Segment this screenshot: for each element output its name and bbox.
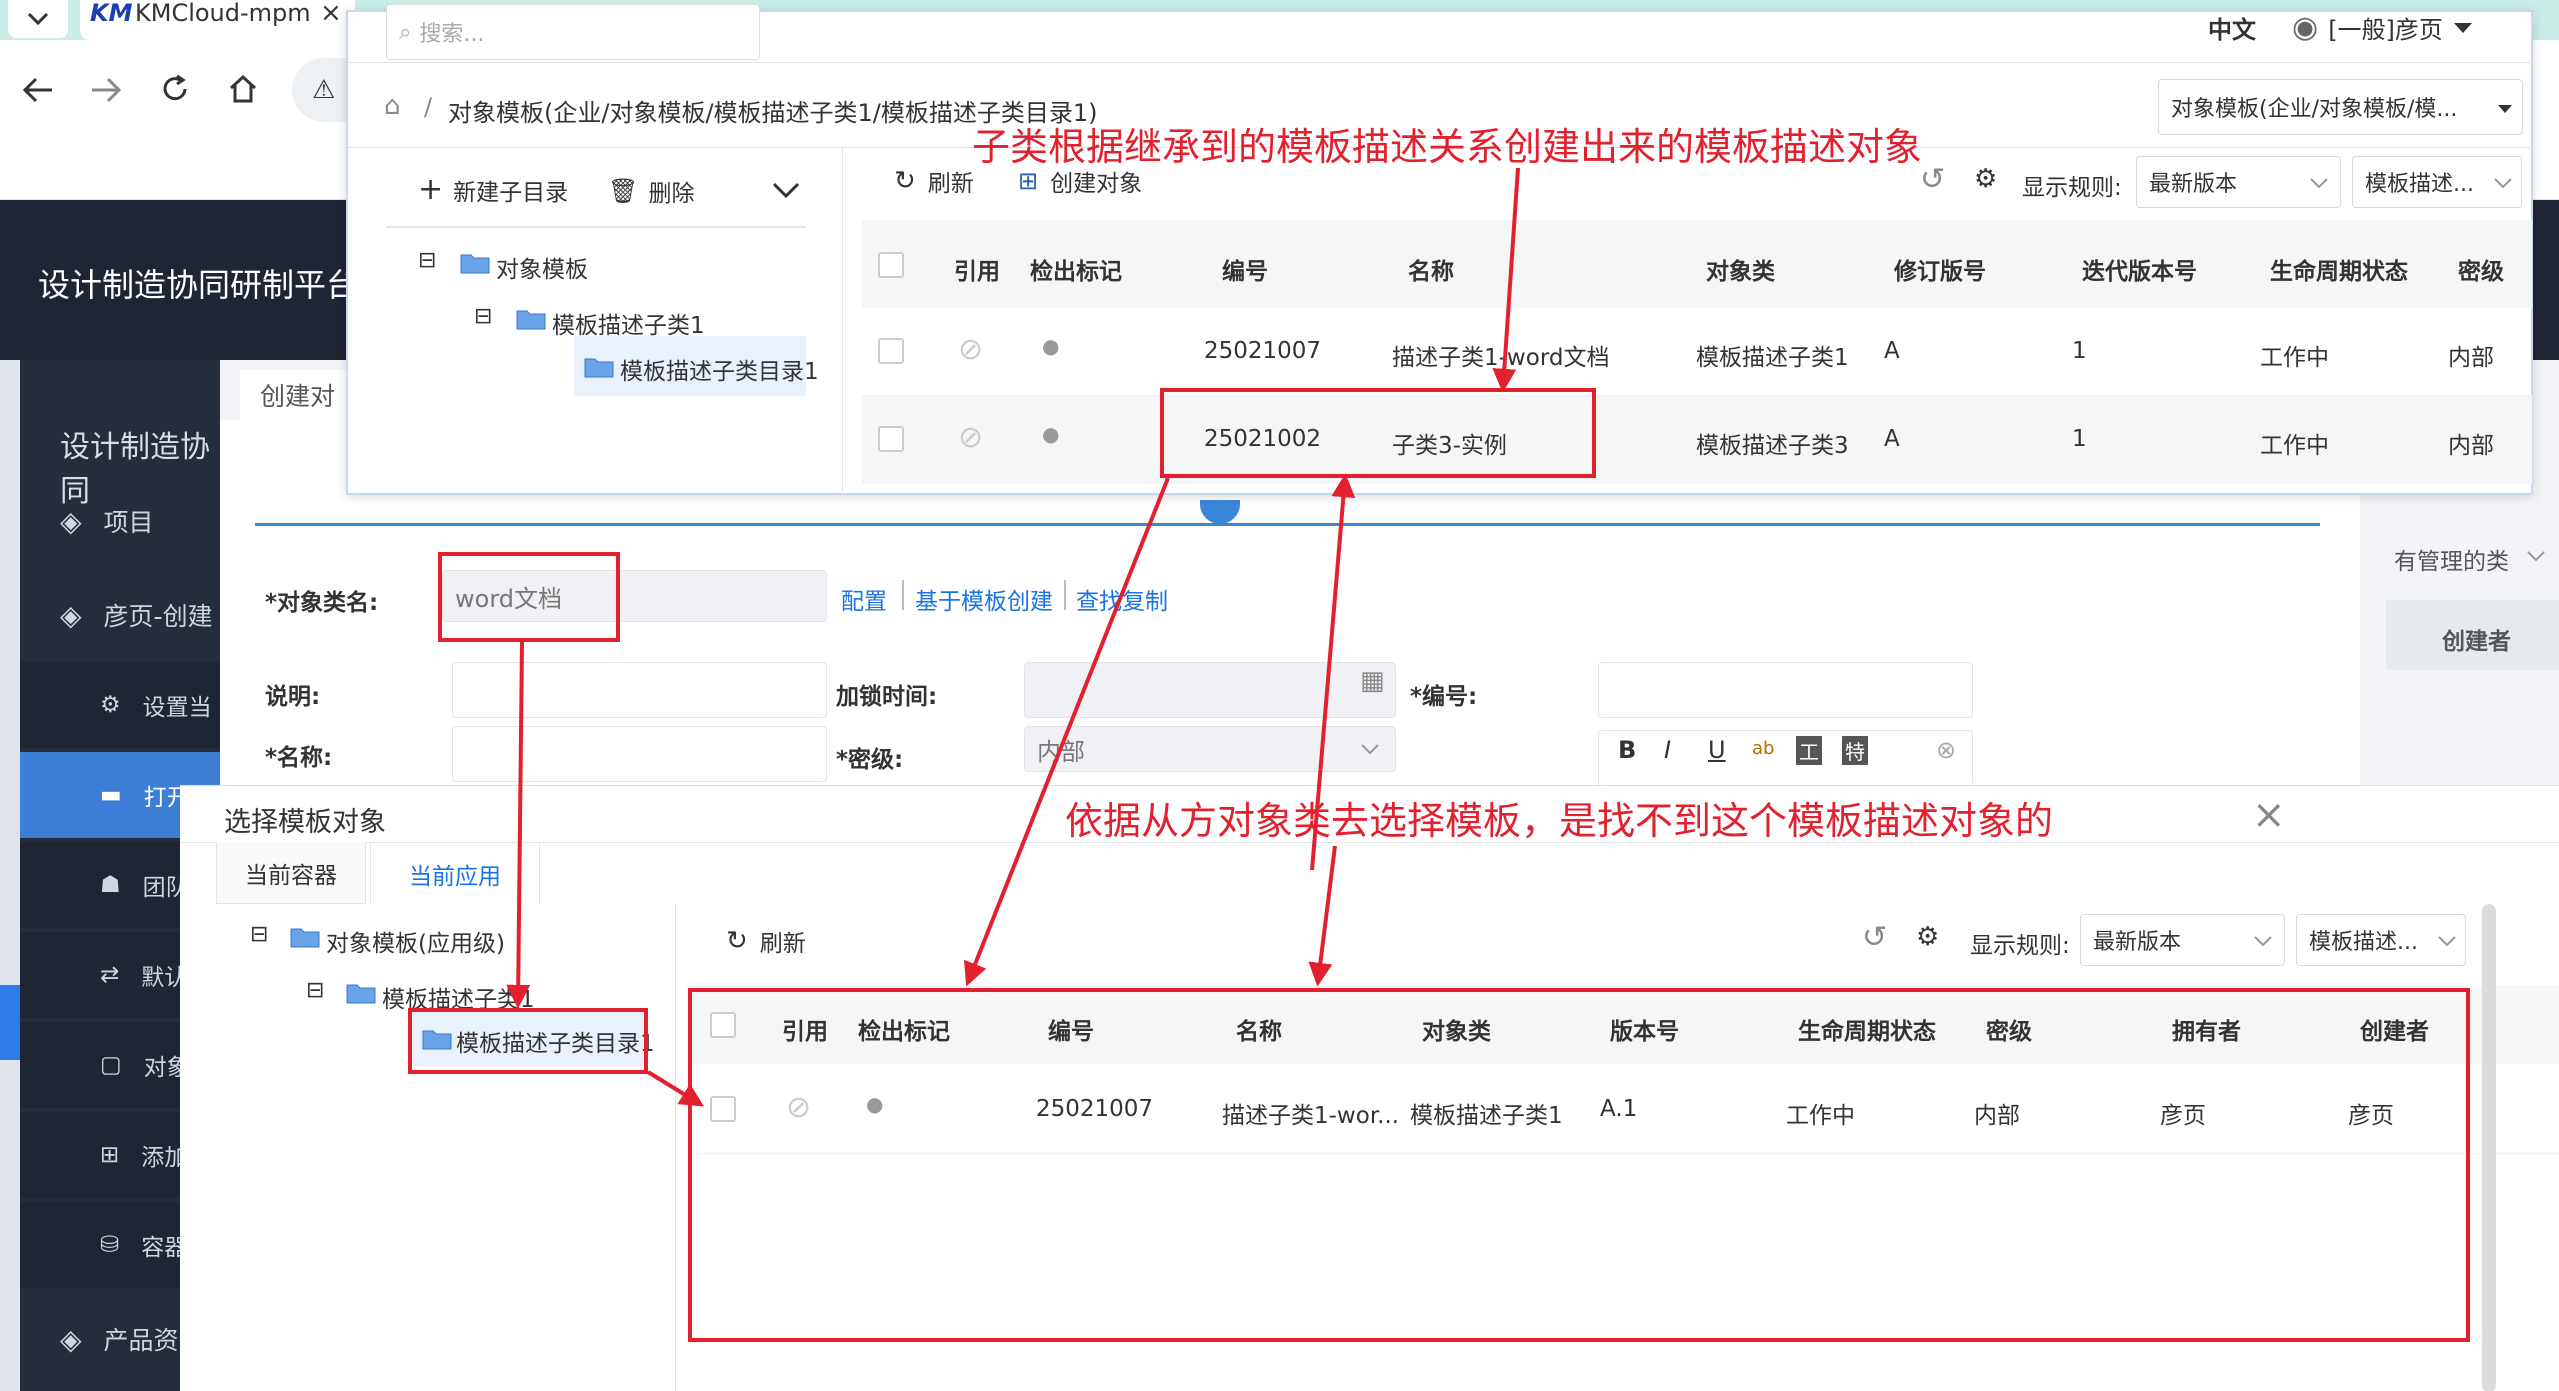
arrow-dialog-to-row bbox=[1310, 473, 1356, 871]
arrow-annotation-to-row bbox=[1492, 167, 1520, 393]
arrow-class-to-tree bbox=[506, 641, 531, 1009]
arrow-text-to-table bbox=[1308, 845, 1337, 987]
arrow-row-to-dialog bbox=[963, 477, 1170, 987]
arrow-tree-to-table bbox=[646, 1070, 705, 1107]
annotation-arrows bbox=[506, 167, 1520, 1107]
